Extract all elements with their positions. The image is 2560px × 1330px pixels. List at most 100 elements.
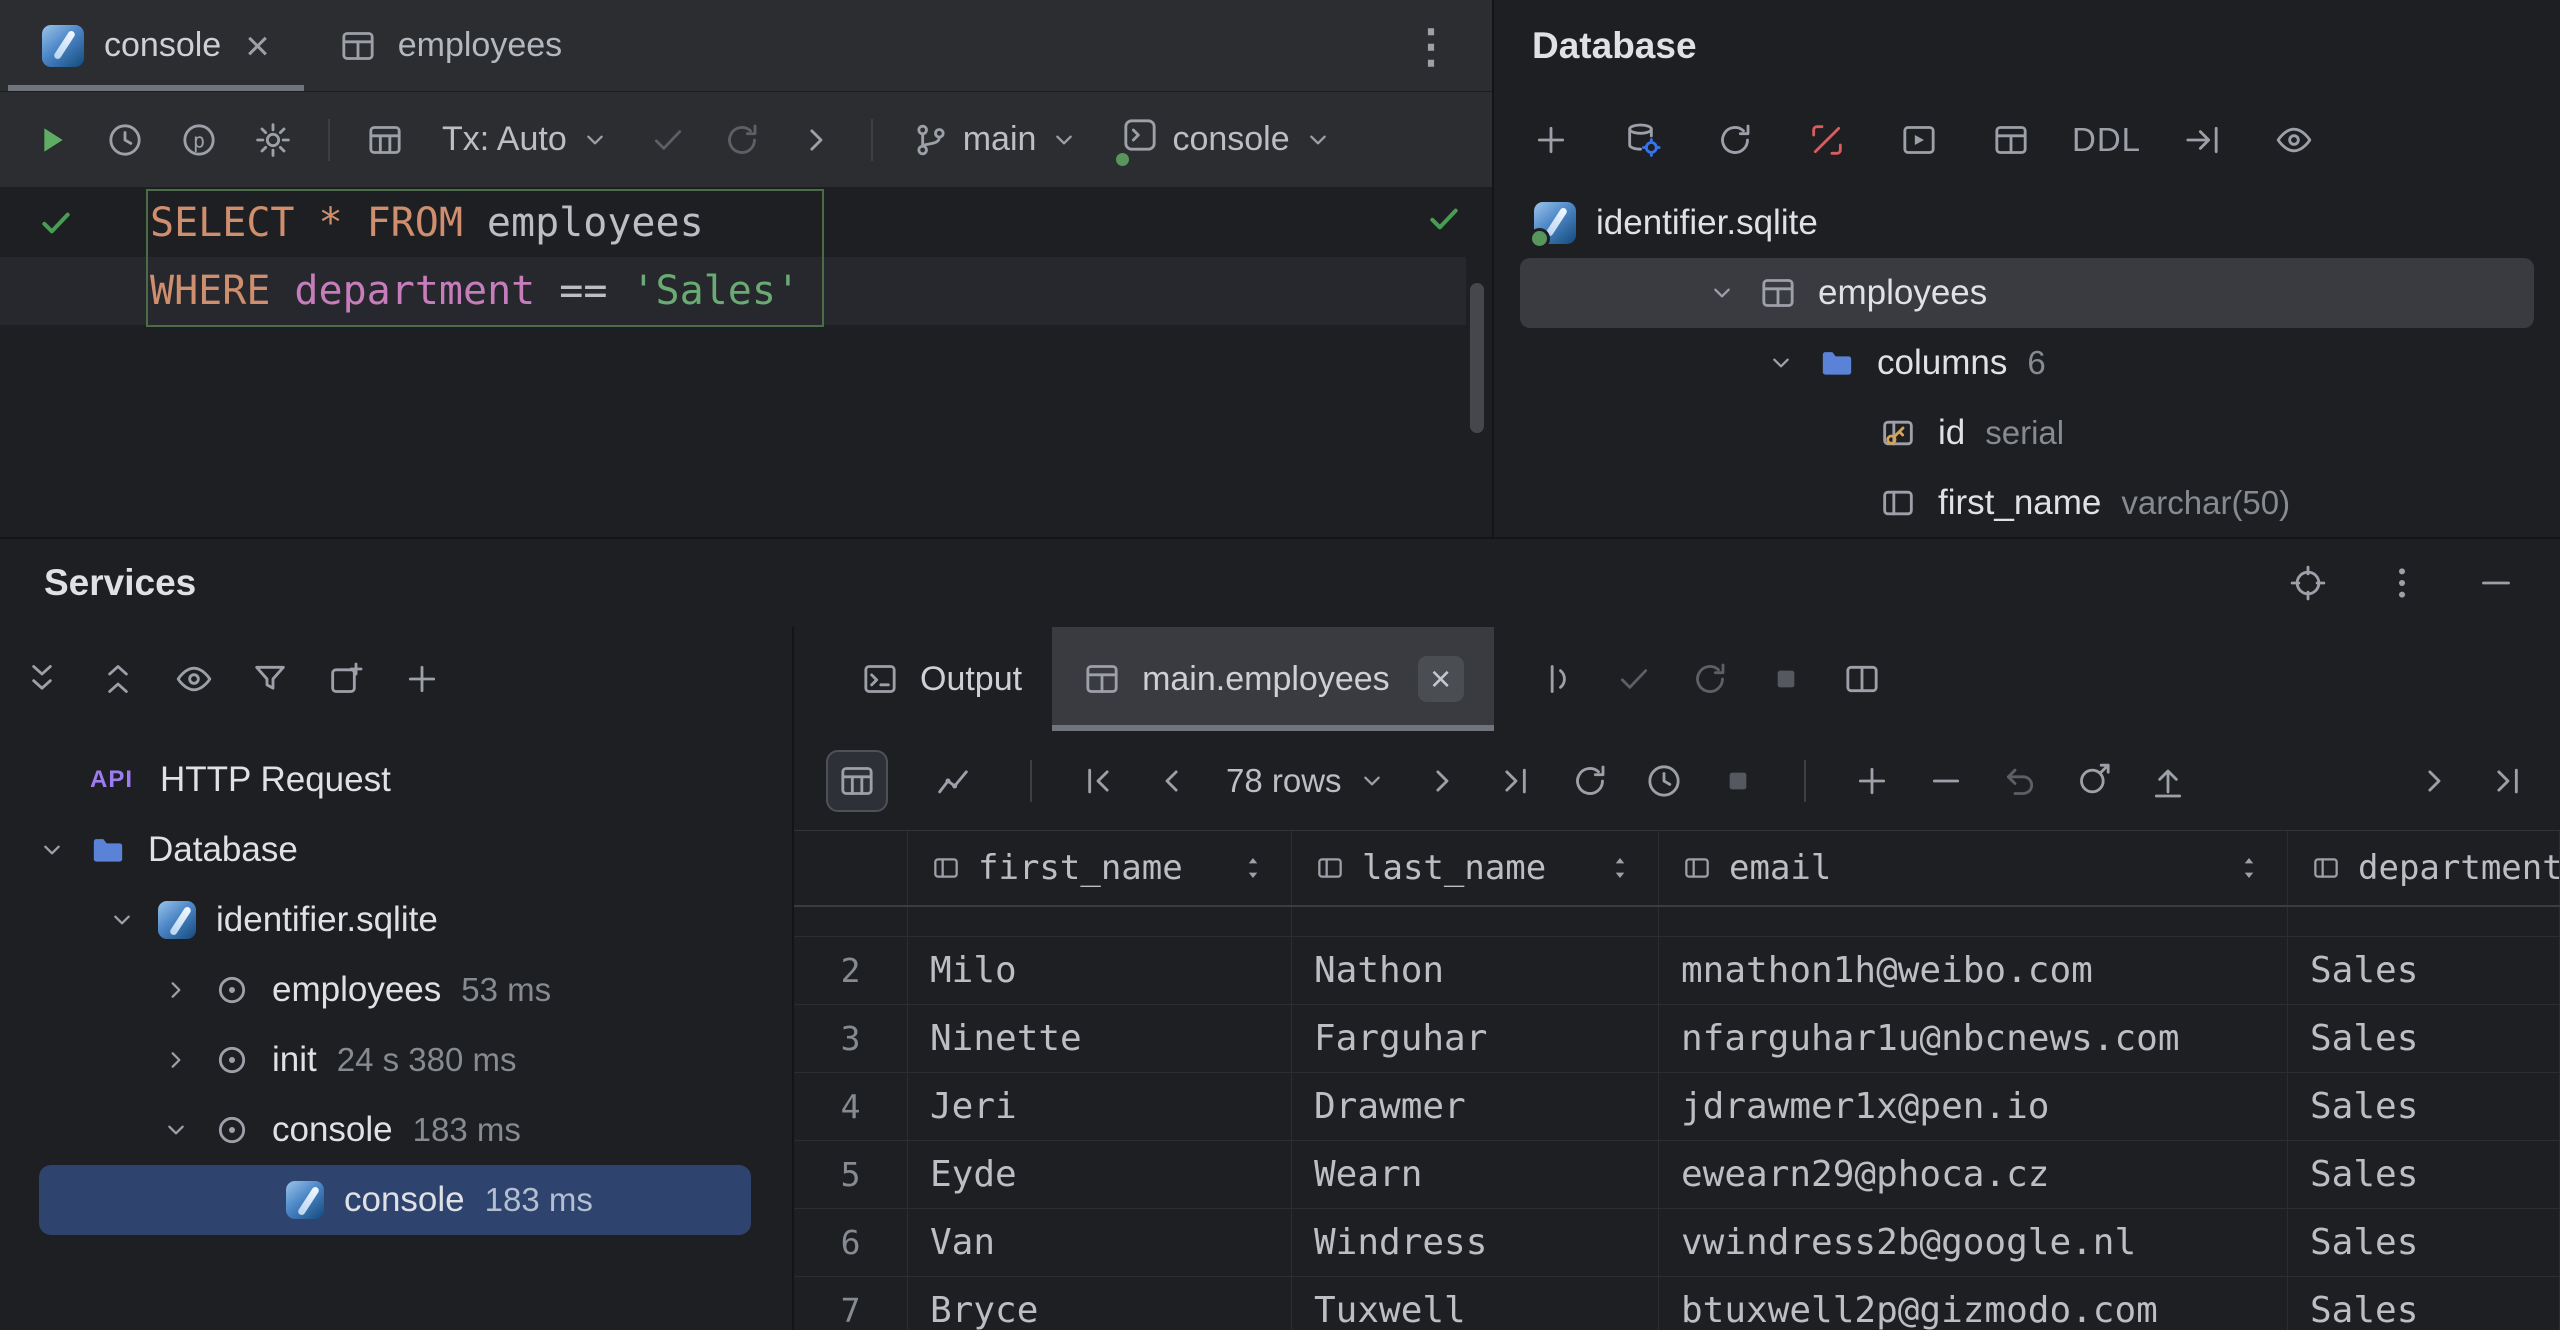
cell-department[interactable]: Sales bbox=[2288, 1073, 2560, 1140]
rollback-button[interactable] bbox=[711, 109, 773, 171]
schema-dropdown[interactable]: main bbox=[897, 120, 1095, 160]
navigate-button[interactable] bbox=[2171, 109, 2233, 171]
delete-row-icon[interactable] bbox=[1926, 761, 1966, 801]
commit-check-icon[interactable] bbox=[1614, 659, 1654, 699]
cell-email[interactable]: jdrawmer1x@pen.io bbox=[1659, 1073, 2288, 1140]
run-button[interactable] bbox=[20, 109, 82, 171]
submit-upload-icon[interactable] bbox=[2148, 761, 2188, 801]
cell-first-name[interactable]: Ninette bbox=[908, 1005, 1292, 1072]
history-button[interactable] bbox=[94, 109, 156, 171]
row-number[interactable]: 6 bbox=[794, 1209, 908, 1276]
rollback-icon[interactable] bbox=[1690, 659, 1730, 699]
chart-view-button[interactable] bbox=[922, 750, 984, 812]
preview-icon[interactable] bbox=[174, 659, 214, 699]
row-number-header[interactable] bbox=[794, 831, 908, 905]
cell-first-name[interactable]: Van bbox=[908, 1209, 1292, 1276]
header-last-name[interactable]: last_name bbox=[1292, 831, 1659, 905]
jump-to-console-button[interactable] bbox=[1888, 109, 1950, 171]
cell-email[interactable]: btuxwell2p@gizmodo.com bbox=[1659, 1277, 2288, 1330]
sql-editor[interactable]: SELECT*FROMemployees WHEREdepartment=='S… bbox=[0, 187, 1492, 536]
commit-button[interactable] bbox=[637, 109, 699, 171]
row-number[interactable]: 3 bbox=[794, 1005, 908, 1072]
datasource-properties-button[interactable] bbox=[1612, 109, 1674, 171]
cell-email[interactable]: nfarguhar1u@nbcnews.com bbox=[1659, 1005, 2288, 1072]
kebab-menu-icon[interactable] bbox=[2382, 563, 2422, 603]
last-page-icon[interactable] bbox=[1496, 761, 1536, 801]
tree-item-columns[interactable]: columns 6 bbox=[1494, 328, 2560, 398]
row-number[interactable]: 4 bbox=[794, 1073, 908, 1140]
data-view-button[interactable] bbox=[826, 750, 888, 812]
cell-department[interactable]: Sales bbox=[2288, 937, 2560, 1004]
tab-output[interactable]: Output bbox=[830, 627, 1052, 731]
cell-department[interactable]: Sales bbox=[2288, 1277, 2560, 1330]
tree-item-http-request[interactable]: API HTTP Request bbox=[0, 745, 792, 815]
header-department[interactable]: department bbox=[2288, 831, 2560, 905]
scroll-right-icon[interactable] bbox=[2414, 761, 2454, 801]
cell-email[interactable]: mnathon1h@weibo.com bbox=[1659, 937, 2288, 1004]
chevron-down-icon[interactable] bbox=[160, 1114, 192, 1146]
tree-item-session-init[interactable]: init 24 s 380 ms bbox=[0, 1025, 792, 1095]
hide-icon[interactable] bbox=[2476, 563, 2516, 603]
new-datasource-button[interactable] bbox=[1520, 109, 1582, 171]
editor-scrollbar[interactable] bbox=[1470, 283, 1484, 433]
cell-last-name[interactable]: Farguhar bbox=[1292, 1005, 1659, 1072]
chevron-down-icon[interactable] bbox=[1706, 277, 1738, 309]
plus-icon[interactable] bbox=[402, 659, 442, 699]
settings-button[interactable] bbox=[242, 109, 304, 171]
row-number[interactable]: 7 bbox=[794, 1277, 908, 1330]
cell-department[interactable]: Sales bbox=[2288, 1209, 2560, 1276]
tree-item-datasource[interactable]: identifier.sqlite bbox=[1494, 188, 2560, 258]
sort-icon[interactable] bbox=[1604, 852, 1636, 884]
tab-employees[interactable]: employees bbox=[304, 0, 596, 91]
close-icon[interactable]: × bbox=[245, 25, 270, 67]
cell-last-name[interactable]: Wearn bbox=[1292, 1141, 1659, 1208]
next-page-icon[interactable] bbox=[1422, 761, 1462, 801]
locate-icon[interactable] bbox=[2288, 563, 2328, 603]
cell-first-name[interactable]: Bryce bbox=[908, 1277, 1292, 1330]
table-view-button[interactable] bbox=[354, 109, 416, 171]
refresh-button[interactable] bbox=[1704, 109, 1766, 171]
close-icon[interactable]: × bbox=[1418, 656, 1464, 702]
session-dropdown[interactable]: console bbox=[1106, 115, 1347, 164]
cell-email[interactable]: vwindress2b@google.nl bbox=[1659, 1209, 2288, 1276]
row-number[interactable]: 2 bbox=[794, 937, 908, 1004]
split-view-icon[interactable] bbox=[1842, 659, 1882, 699]
collapse-all-icon[interactable] bbox=[98, 659, 138, 699]
tree-item-session-employees[interactable]: employees 53 ms bbox=[0, 955, 792, 1025]
scroll-end-icon[interactable] bbox=[2488, 761, 2528, 801]
chevron-down-icon[interactable] bbox=[1765, 347, 1797, 379]
tree-item-datasource[interactable]: identifier.sqlite bbox=[0, 885, 792, 955]
cell-department[interactable]: Sales bbox=[2288, 1141, 2560, 1208]
add-service-icon[interactable] bbox=[326, 659, 366, 699]
compare-icon[interactable] bbox=[2074, 761, 2114, 801]
header-first-name[interactable]: first_name bbox=[908, 831, 1292, 905]
tree-item-first-name-column[interactable]: first_name varchar(50) bbox=[1494, 468, 2560, 538]
disconnect-button[interactable] bbox=[1796, 109, 1858, 171]
cell-first-name[interactable]: Milo bbox=[908, 937, 1292, 1004]
chevron-right-icon[interactable] bbox=[160, 1044, 192, 1076]
tab-console[interactable]: console × bbox=[8, 0, 304, 91]
cell-last-name[interactable]: Nathon bbox=[1292, 937, 1659, 1004]
expand-all-icon[interactable] bbox=[22, 659, 62, 699]
tree-item-id-column[interactable]: id serial bbox=[1494, 398, 2560, 468]
filter-icon[interactable] bbox=[250, 659, 290, 699]
ddl-button[interactable]: DDL bbox=[2072, 121, 2141, 159]
tab-main-employees[interactable]: main.employees × bbox=[1052, 627, 1494, 731]
header-email[interactable]: email bbox=[1659, 831, 2288, 905]
chevron-down-icon[interactable] bbox=[36, 834, 68, 866]
cell-email[interactable]: ewearn29@phoca.cz bbox=[1659, 1141, 2288, 1208]
tree-item-employees[interactable]: employees bbox=[1520, 258, 2534, 328]
reload-icon[interactable] bbox=[1570, 761, 1610, 801]
sort-icon[interactable] bbox=[1237, 852, 1269, 884]
cell-first-name[interactable]: Eyde bbox=[908, 1141, 1292, 1208]
tree-item-console-result-selected[interactable]: console 183 ms bbox=[39, 1165, 751, 1235]
cell-last-name[interactable]: Windress bbox=[1292, 1209, 1659, 1276]
code-line-1[interactable]: SELECT*FROMemployees bbox=[150, 189, 728, 257]
parameters-button[interactable]: p bbox=[168, 109, 230, 171]
tree-item-database-group[interactable]: Database bbox=[0, 815, 792, 885]
table-view-button[interactable] bbox=[1980, 109, 2042, 171]
query-history-icon[interactable] bbox=[1644, 761, 1684, 801]
cell-first-name[interactable]: Jeri bbox=[908, 1073, 1292, 1140]
add-row-icon[interactable] bbox=[1852, 761, 1892, 801]
code-line-2[interactable]: WHEREdepartment=='Sales' bbox=[150, 257, 824, 325]
